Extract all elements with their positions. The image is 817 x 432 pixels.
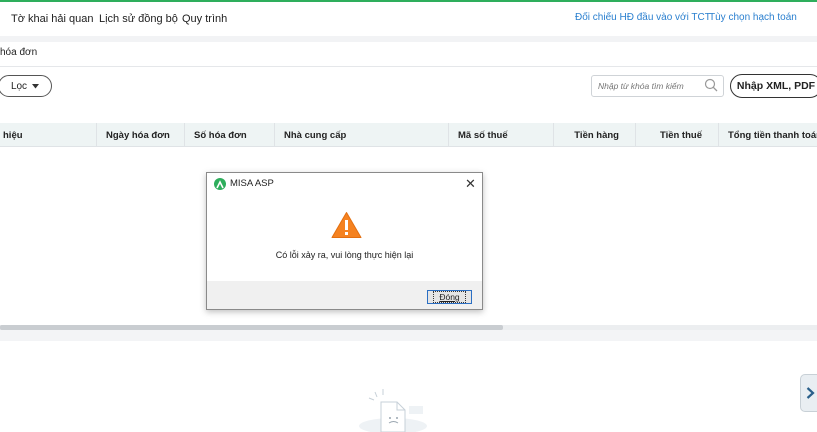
column-header-goods-amount[interactable]: Tiền hàng [554, 123, 636, 147]
column-header-total-payment[interactable]: Tổng tiền thanh toán [719, 123, 817, 147]
dialog-close-button-label: Đóng [433, 291, 466, 303]
dialog-title: MISA ASP [230, 178, 274, 189]
link-compare-input-invoices[interactable]: Đối chiếu HĐ đầu vào với TCT [575, 12, 711, 23]
nav-item-process[interactable]: Quy trình [182, 13, 227, 25]
dialog-message: Có lỗi xảy ra, vui lòng thực hiện lại [275, 250, 414, 260]
search-icon[interactable] [704, 78, 718, 92]
invoice-table-header: hiệu Ngày hóa đơn Số hóa đơn Nhà cung cấ… [0, 123, 817, 147]
dialog-body: Có lỗi xảy ra, vui lòng thực hiện lại [207, 195, 482, 281]
empty-document-icon [359, 389, 427, 432]
misa-logo-icon [214, 178, 226, 190]
search-input[interactable] [598, 79, 702, 93]
column-header-invoice-number[interactable]: Số hóa đơn [185, 123, 275, 147]
search-box[interactable] [591, 75, 724, 97]
filter-button-label: Lọc [10, 80, 28, 92]
nav-item-sync-history[interactable]: Lịch sử đồng bộ [99, 13, 178, 25]
column-header-symbol[interactable]: hiệu [0, 123, 97, 147]
side-panel-toggle[interactable] [800, 374, 817, 412]
chevron-right-icon [806, 387, 815, 399]
table-footer-band [0, 330, 817, 341]
close-icon[interactable]: ✕ [465, 176, 476, 192]
import-xml-pdf-button[interactable]: Nhập XML, PDF [730, 74, 817, 98]
caret-down-icon [32, 83, 40, 88]
header-divider-band [0, 36, 817, 42]
dialog-close-button[interactable]: Đóng [427, 290, 472, 304]
column-header-supplier[interactable]: Nhà cung cấp [275, 123, 449, 147]
column-header-tax-code[interactable]: Mã số thuế [449, 123, 554, 147]
breadcrumb: hóa đơn [0, 47, 38, 58]
column-header-invoice-date[interactable]: Ngày hóa đơn [97, 123, 185, 147]
dialog-title-bar: MISA ASP ✕ [207, 173, 482, 195]
link-accounting-options[interactable]: Tùy chọn hạch toán [709, 12, 797, 23]
dialog-footer: Đóng [207, 281, 482, 309]
error-dialog: MISA ASP ✕ Có lỗi xảy ra, vui lòng thực … [206, 172, 483, 310]
divider [0, 66, 817, 67]
nav-item-customs-declaration[interactable]: Tờ khai hải quan [11, 13, 93, 25]
filter-button[interactable]: Lọc [0, 75, 52, 97]
top-navigation: Tờ khai hải quan Lịch sử đồng bộ Quy trì… [0, 0, 817, 36]
column-header-tax-amount[interactable]: Tiền thuế [636, 123, 719, 147]
warning-icon [331, 212, 362, 238]
